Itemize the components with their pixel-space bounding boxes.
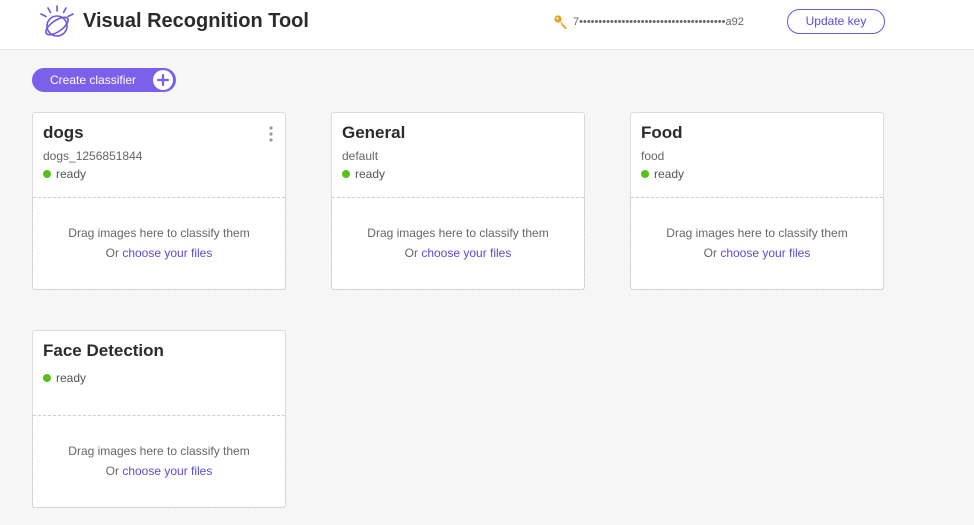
drop-or-text: Or	[105, 246, 119, 260]
image-drop-zone[interactable]: Drag images here to classify them Or cho…	[32, 415, 286, 508]
classifier-id: dogs_1256851844	[43, 149, 143, 163]
choose-files-link[interactable]: choose your files	[421, 246, 511, 260]
api-key-display: 7••••••••••••••••••••••••••••••••••••••a…	[553, 12, 744, 32]
create-classifier-button[interactable]: Create classifier	[32, 68, 176, 92]
drop-instructions: Drag images here to classify them	[367, 226, 549, 240]
status-dot-icon	[43, 374, 51, 382]
classifier-card: Face Detection ready Drag images here to…	[32, 330, 286, 508]
classifier-card-header: General default ready	[332, 113, 584, 198]
classifier-card: Food food ready Drag images here to clas…	[630, 112, 884, 290]
status-dot-icon	[43, 170, 51, 178]
app-header: Visual Recognition Tool 7•••••••••••••••…	[0, 0, 974, 50]
drop-or-text: Or	[404, 246, 418, 260]
drop-alternative: Or choose your files	[631, 246, 883, 260]
status-text: ready	[56, 371, 87, 385]
vertical-ellipsis-icon[interactable]	[269, 126, 273, 142]
classifier-card-header: Face Detection ready	[33, 331, 285, 416]
create-classifier-label: Create classifier	[50, 73, 137, 87]
classifier-name: Face Detection	[43, 341, 164, 360]
classifier-card: General default ready Drag images here t…	[331, 112, 585, 290]
api-key-text: 7••••••••••••••••••••••••••••••••••••••a…	[573, 16, 744, 28]
classifier-status: ready	[641, 167, 684, 181]
drop-alternative: Or choose your files	[33, 464, 285, 478]
image-drop-zone[interactable]: Drag images here to classify them Or cho…	[331, 197, 585, 290]
image-drop-zone[interactable]: Drag images here to classify them Or cho…	[630, 197, 884, 290]
classifier-status: ready	[43, 371, 86, 385]
classifier-name: dogs	[43, 123, 84, 142]
choose-files-link[interactable]: choose your files	[122, 246, 212, 260]
status-text: ready	[56, 167, 87, 181]
classifier-id: default	[342, 149, 379, 163]
classifier-status: ready	[43, 167, 86, 181]
classifier-name: General	[342, 123, 406, 142]
classifier-card-header: dogs dogs_1256851844 ready	[33, 113, 285, 198]
drop-alternative: Or choose your files	[33, 246, 285, 260]
status-dot-icon	[342, 170, 350, 178]
app-title: Visual Recognition Tool	[83, 10, 309, 32]
classifier-card-header: Food food ready	[631, 113, 883, 198]
drop-or-text: Or	[105, 464, 119, 478]
status-dot-icon	[641, 170, 649, 178]
choose-files-link[interactable]: choose your files	[122, 464, 212, 478]
drop-instructions: Drag images here to classify them	[666, 226, 848, 240]
status-text: ready	[654, 167, 685, 181]
drop-or-text: Or	[703, 246, 717, 260]
classifier-card: dogs dogs_1256851844 ready Drag images h…	[32, 112, 286, 290]
drop-instructions: Drag images here to classify them	[68, 444, 250, 458]
classifier-id: food	[641, 149, 665, 163]
plus-circle-icon	[153, 70, 173, 90]
drop-instructions: Drag images here to classify them	[68, 226, 250, 240]
watson-logo-icon	[40, 5, 74, 37]
drop-alternative: Or choose your files	[332, 246, 584, 260]
choose-files-link[interactable]: choose your files	[720, 246, 810, 260]
classifier-status: ready	[342, 167, 385, 181]
status-text: ready	[355, 167, 386, 181]
classifier-name: Food	[641, 123, 683, 142]
update-key-button[interactable]: Update key	[787, 9, 885, 34]
key-icon	[554, 15, 567, 29]
image-drop-zone[interactable]: Drag images here to classify them Or cho…	[32, 197, 286, 290]
